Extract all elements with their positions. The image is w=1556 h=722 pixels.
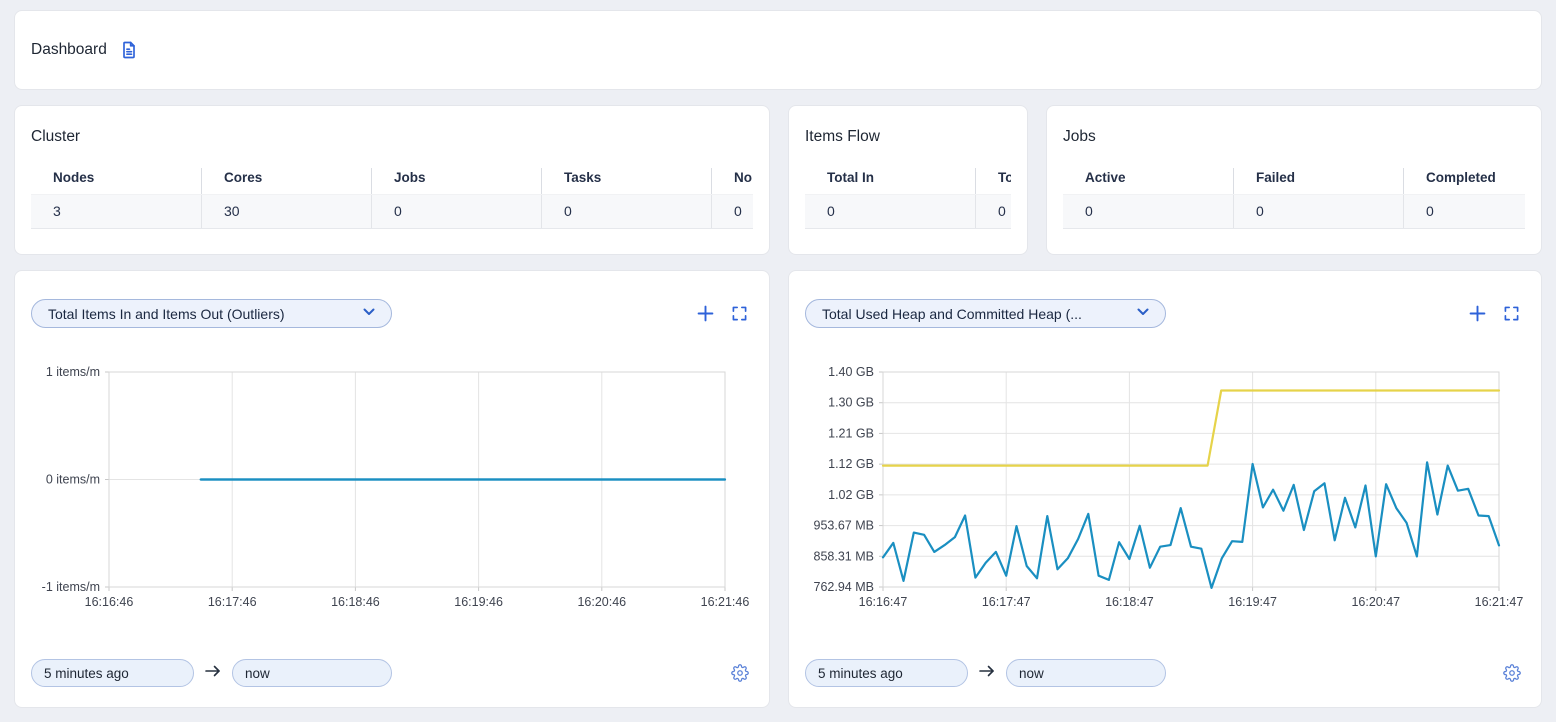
table-value-row: 330000	[31, 194, 753, 229]
table-value-row: 00	[805, 194, 1011, 229]
jobs-card: Jobs ActiveFailedCompleted 000	[1046, 105, 1542, 255]
svg-text:953.67 MB: 953.67 MB	[814, 519, 874, 533]
time-to-input[interactable]	[1006, 659, 1166, 687]
stat-column-header: Nodes	[31, 168, 201, 194]
card-title-jobs: Jobs	[1063, 128, 1525, 146]
svg-text:16:17:47: 16:17:47	[982, 595, 1031, 609]
svg-text:1 items/m: 1 items/m	[46, 365, 100, 379]
fullscreen-icon[interactable]	[1504, 306, 1519, 321]
cluster-card: Cluster NodesCoresJobsTasksNo 330000	[14, 105, 770, 255]
metric-select[interactable]: Total Used Heap and Committed Heap (...	[805, 299, 1166, 328]
stat-column-header: Total In	[805, 168, 975, 194]
svg-text:858.31 MB: 858.31 MB	[814, 549, 874, 563]
stat-column-header: To	[975, 168, 1011, 194]
items-flow-chart: 1 items/m 0 items/m -1 items/m16:16:46 16:1…	[31, 362, 755, 614]
table-header-row: NodesCoresJobsTasksNo	[31, 168, 753, 194]
svg-text:16:18:47: 16:18:47	[1105, 595, 1154, 609]
jobs-table: ActiveFailedCompleted 000	[1063, 168, 1525, 229]
panel-header: Total Used Heap and Committed Heap (...	[805, 299, 1525, 328]
metric-select[interactable]: Total Items In and Items Out (Outliers)	[31, 299, 392, 328]
stat-value: 0	[541, 195, 711, 228]
dashboard-page: Dashboard Cluster NodesCoresJobsTasksNo …	[0, 0, 1556, 722]
svg-text:16:16:47: 16:16:47	[859, 595, 908, 609]
charts-row: Total Items In and Items Out (Outliers) …	[14, 270, 1542, 708]
fullscreen-icon[interactable]	[732, 306, 747, 321]
cluster-table: NodesCoresJobsTasksNo 330000	[31, 168, 753, 229]
metric-select-value: Total Items In and Items Out (Outliers)	[48, 306, 285, 322]
time-to-input[interactable]	[232, 659, 392, 687]
svg-text:16:20:47: 16:20:47	[1351, 595, 1400, 609]
svg-text:-1 items/m: -1 items/m	[42, 580, 100, 594]
stat-column-header: No	[711, 168, 753, 194]
svg-text:16:20:46: 16:20:46	[577, 595, 626, 609]
gear-icon[interactable]	[731, 664, 749, 682]
stat-value: 0	[1233, 195, 1403, 228]
stat-value: 0	[975, 195, 1011, 228]
svg-text:16:21:47: 16:21:47	[1475, 595, 1524, 609]
stat-value: 0	[371, 195, 541, 228]
page-header-card: Dashboard	[14, 10, 1542, 90]
file-text-icon[interactable]	[119, 40, 139, 60]
heap-chart: 1.40 GB 1.30 GB 1.21 GB 1.12 GB 1.02 GB 953.6…	[805, 362, 1529, 614]
plus-icon[interactable]	[1469, 305, 1486, 322]
chevron-down-icon	[361, 304, 377, 323]
svg-text:16:19:46: 16:19:46	[454, 595, 503, 609]
page-title: Dashboard	[31, 41, 107, 59]
card-title-items-flow: Items Flow	[805, 128, 1011, 146]
svg-text:1.40 GB: 1.40 GB	[828, 365, 874, 379]
svg-text:16:19:47: 16:19:47	[1228, 595, 1277, 609]
stat-value: 0	[711, 195, 753, 228]
chevron-down-icon	[1135, 304, 1151, 323]
stat-column-header: Failed	[1233, 168, 1403, 194]
panel-actions	[1469, 305, 1519, 322]
svg-text:16:18:46: 16:18:46	[331, 595, 380, 609]
stat-value: 0	[1063, 195, 1233, 228]
svg-text:0 items/m: 0 items/m	[46, 473, 100, 487]
stat-value: 0	[1403, 195, 1525, 228]
stats-row: Cluster NodesCoresJobsTasksNo 330000 Ite…	[14, 105, 1542, 255]
stat-value: 3	[31, 195, 201, 228]
panel-actions	[697, 305, 747, 322]
svg-text:1.12 GB: 1.12 GB	[828, 457, 874, 471]
stat-column-header: Jobs	[371, 168, 541, 194]
stat-column-header: Completed	[1403, 168, 1525, 194]
items-flow-table: Total InTo 00	[805, 168, 1011, 229]
svg-text:1.02 GB: 1.02 GB	[828, 488, 874, 502]
svg-text:762.94 MB: 762.94 MB	[814, 580, 874, 594]
items-flow-card: Items Flow Total InTo 00	[788, 105, 1028, 255]
table-header-row: ActiveFailedCompleted	[1063, 168, 1525, 194]
arrow-right-icon	[977, 663, 997, 684]
gear-icon[interactable]	[1503, 664, 1521, 682]
stat-value: 0	[805, 195, 975, 228]
card-title-cluster: Cluster	[31, 128, 753, 146]
svg-text:1.21 GB: 1.21 GB	[828, 426, 874, 440]
heap-chart-panel: Total Used Heap and Committed Heap (... …	[788, 270, 1542, 708]
time-from-input[interactable]	[805, 659, 968, 687]
stat-value: 30	[201, 195, 371, 228]
panel-footer	[805, 659, 1525, 691]
svg-text:16:21:46: 16:21:46	[701, 595, 750, 609]
metric-select-value: Total Used Heap and Committed Heap (...	[822, 306, 1082, 322]
arrow-right-icon	[203, 663, 223, 684]
plus-icon[interactable]	[697, 305, 714, 322]
time-from-input[interactable]	[31, 659, 194, 687]
panel-header: Total Items In and Items Out (Outliers)	[31, 299, 753, 328]
stat-column-header: Cores	[201, 168, 371, 194]
svg-text:16:16:46: 16:16:46	[85, 595, 134, 609]
panel-footer	[31, 659, 753, 691]
table-value-row: 000	[1063, 194, 1525, 229]
stat-column-header: Active	[1063, 168, 1233, 194]
svg-text:1.30 GB: 1.30 GB	[828, 396, 874, 410]
stat-column-header: Tasks	[541, 168, 711, 194]
table-header-row: Total InTo	[805, 168, 1011, 194]
svg-text:16:17:46: 16:17:46	[208, 595, 257, 609]
items-chart-panel: Total Items In and Items Out (Outliers) …	[14, 270, 770, 708]
